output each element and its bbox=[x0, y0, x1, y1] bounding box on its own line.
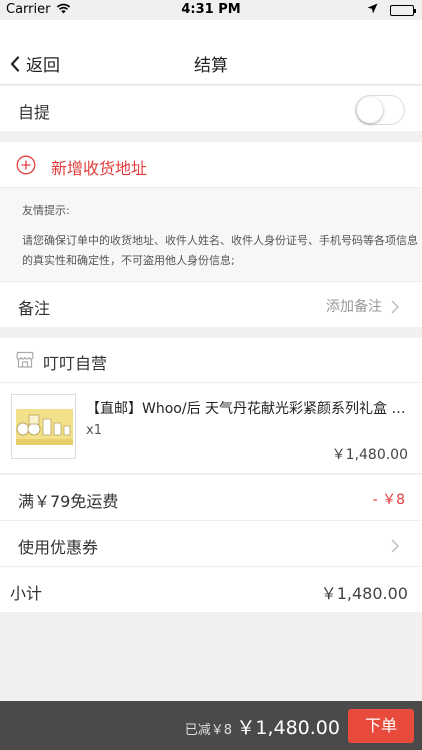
add-address-row[interactable]: 新增收货地址 bbox=[0, 142, 422, 188]
plus-circle-icon bbox=[16, 155, 36, 179]
page-title: 结算 bbox=[194, 56, 228, 76]
checkout-bar: 已减￥8 ￥1,480.00 下单 bbox=[0, 701, 422, 750]
friendly-tips: 友情提示: 请您确保订单中的收货地址、收件人姓名、收件人身份证号、手机号码等各项… bbox=[0, 188, 422, 281]
add-remark-link[interactable]: 添加备注 bbox=[326, 296, 382, 316]
store-icon bbox=[16, 351, 34, 372]
chevron-right-icon bbox=[391, 299, 399, 318]
subtotal-label: 小计 bbox=[10, 584, 43, 603]
shipping-row: 满￥79免运费 - ￥8 bbox=[0, 475, 422, 521]
nav-bar: 返回 结算 bbox=[0, 20, 422, 85]
total-amount: ￥1,480.00 bbox=[236, 717, 340, 739]
store-header: 叮叮自营 bbox=[0, 338, 422, 383]
product-quantity: x1 bbox=[86, 423, 102, 438]
subtotal-row: 小计 ￥1,480.00 bbox=[0, 567, 422, 613]
product-image bbox=[11, 394, 76, 459]
product-item[interactable]: 【直邮】Whoo/后 天气丹花献光彩紧颜系列礼盒 --6... x1 ￥1,48… bbox=[0, 383, 422, 474]
battery-icon bbox=[390, 5, 416, 16]
status-bar: Carrier 4:31 PM bbox=[0, 0, 422, 20]
tips-title: 友情提示: bbox=[22, 204, 70, 217]
pickup-row: 自提 bbox=[0, 86, 422, 131]
pickup-toggle[interactable] bbox=[355, 95, 405, 125]
subtotal-value: ￥1,480.00 bbox=[320, 584, 408, 603]
place-order-button[interactable]: 下单 bbox=[348, 709, 414, 743]
add-address-label: 新增收货地址 bbox=[51, 159, 148, 178]
shipping-label: 满￥79免运费 bbox=[18, 492, 119, 511]
store-name: 叮叮自营 bbox=[43, 354, 108, 373]
clock: 4:31 PM bbox=[181, 2, 241, 17]
product-name: 【直邮】Whoo/后 天气丹花献光彩紧颜系列礼盒 --6... bbox=[86, 401, 410, 417]
tips-line-1: 请您确保订单中的收货地址、收件人姓名、收件人身份证号、手机号码等各项信息 bbox=[22, 234, 418, 247]
coupon-row[interactable]: 使用优惠券 bbox=[0, 521, 422, 567]
saved-amount: 已减￥8 bbox=[184, 723, 232, 738]
chevron-right-icon bbox=[391, 538, 399, 557]
remark-row[interactable]: 备注 添加备注 bbox=[0, 281, 422, 327]
coupon-label: 使用优惠券 bbox=[18, 538, 99, 557]
remark-label: 备注 bbox=[18, 299, 51, 318]
tips-line-2: 的真实性和确定性，不可盗用他人身份信息; bbox=[22, 254, 235, 267]
pickup-label: 自提 bbox=[18, 103, 51, 122]
toggle-knob bbox=[357, 97, 383, 123]
product-price: ￥1,480.00 bbox=[331, 447, 408, 463]
shipping-discount: - ￥8 bbox=[372, 492, 405, 508]
location-arrow-icon bbox=[367, 3, 378, 18]
